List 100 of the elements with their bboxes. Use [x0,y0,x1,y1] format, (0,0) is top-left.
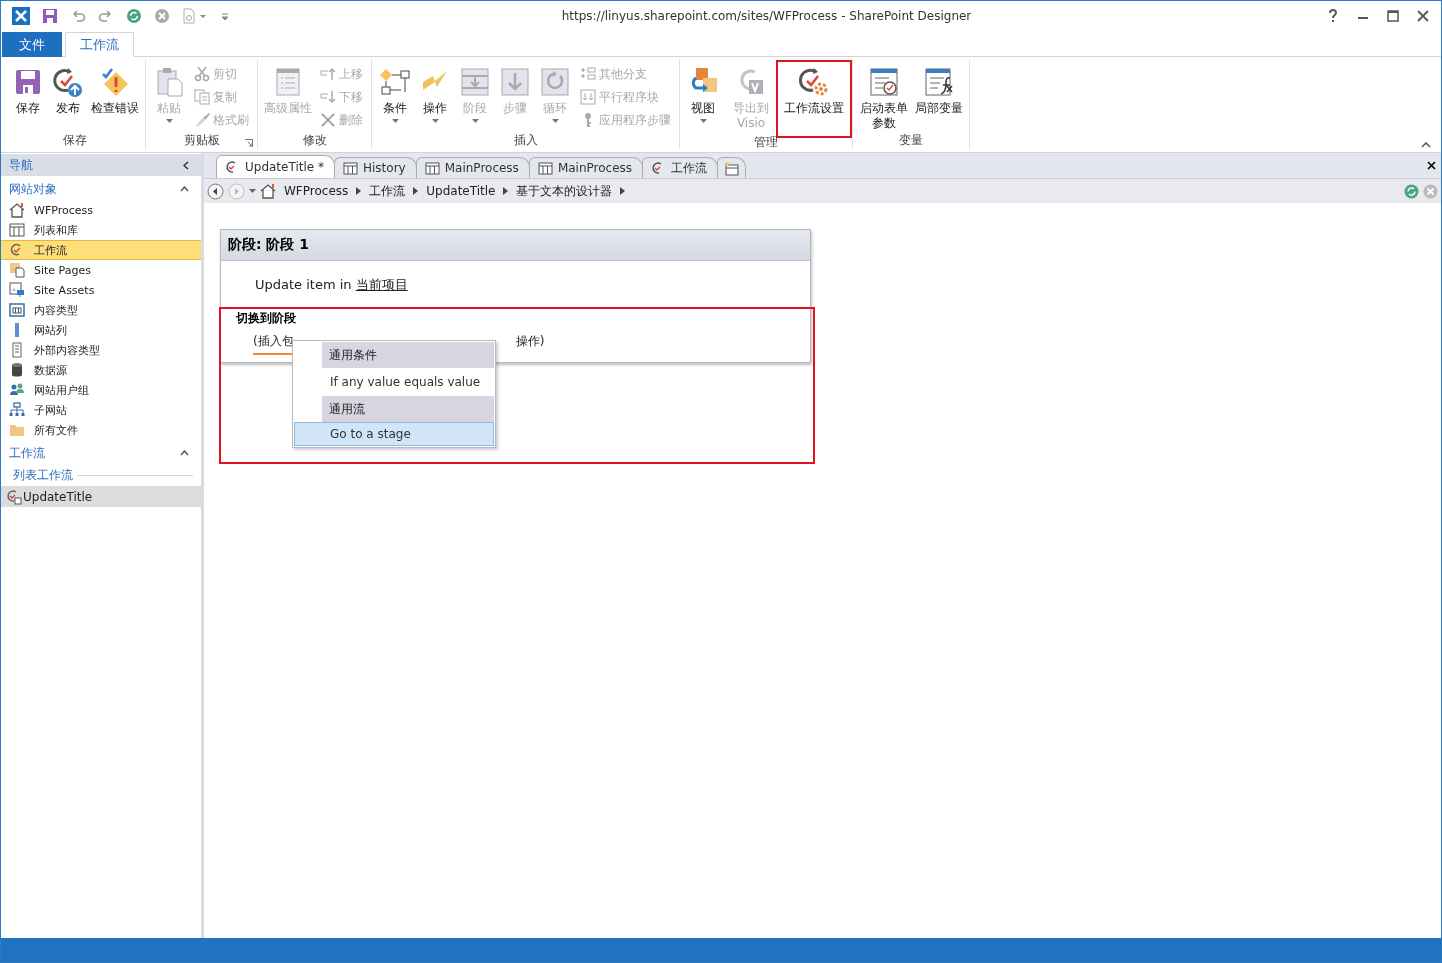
nav-item[interactable]: 外部内容类型 [1,340,201,360]
pages-icon [9,262,25,278]
breadcrumb-link[interactable]: 基于文本的设计器 [512,182,617,200]
variables-icon [923,66,955,98]
menu-header: 通用流 [322,396,494,422]
collapse-pane-icon[interactable] [183,160,189,170]
dropdown-arrow-icon [431,119,439,123]
insertion-cursor [253,353,293,355]
ribbon-button[interactable]: 发布 [49,64,87,131]
chevron-right-icon[interactable] [356,187,362,195]
brush-icon [194,112,210,128]
publish-icon [52,66,84,98]
breadcrumb-link[interactable]: 工作流 [365,182,410,200]
stage-icon [459,66,491,98]
maximize-icon[interactable] [1387,9,1399,23]
ribbon-button[interactable]: 保存 [9,64,47,131]
close-icon[interactable] [1417,9,1429,23]
section-heading: 切换到阶段 [236,310,297,327]
scissors-icon [194,66,210,82]
document-icon [9,342,25,358]
database-icon [9,362,25,378]
breadcrumb-link[interactable]: UpdateTitle [422,184,500,198]
nav-item[interactable]: 列表和库 [1,220,201,240]
workflow-file-icon [6,488,22,505]
dropdown-arrow-icon [471,119,479,123]
menu-item[interactable]: Go to a stage [294,422,494,446]
ribbon-button[interactable]: 操作 [416,64,454,131]
nav-item[interactable]: 内容类型 [1,300,201,320]
ribbon-button[interactable]: 条件 [376,64,414,131]
action-sentence: Update item in 当前项目 [255,277,408,292]
nav-item[interactable]: Site Pages [1,260,201,280]
move-down-icon [320,89,336,105]
content-type-icon [9,302,25,318]
dropdown-arrow-icon [391,119,399,123]
section-header[interactable]: 网站对象 [1,176,201,200]
nav-item[interactable]: 子网站 [1,400,201,420]
collapse-ribbon-icon[interactable] [1421,142,1431,148]
group-label: 修改 [302,131,327,149]
panel-title: 导航 [9,156,33,174]
breadcrumb-link[interactable]: WFProcess [280,184,353,198]
link[interactable]: 当前项目 [355,277,408,292]
nav-item[interactable]: 所有文件 [1,420,201,440]
nav-item[interactable]: 工作流 [1,240,201,260]
help-icon[interactable] [1327,9,1339,23]
refresh-icon[interactable] [1404,183,1419,199]
nav-item[interactable]: UpdateTitle [1,486,201,507]
document-tab[interactable]: UpdateTitle * [216,155,335,178]
dialog-launcher-icon[interactable] [245,139,253,147]
assets-icon [9,282,25,298]
group-label: 保存 [63,131,87,149]
save-icon[interactable] [42,8,58,24]
house-icon [9,202,25,218]
hint-text: 操作) [515,333,545,350]
chevron-right-icon[interactable] [413,187,419,195]
ribbon-button[interactable]: 启动表单参数 [857,64,911,131]
app-logo-icon[interactable] [12,7,30,25]
dropdown-arrow-icon [699,119,707,123]
nav-item[interactable]: 数据源 [1,360,201,380]
file-tab[interactable]: 文件 [2,32,62,57]
dropdown-arrow-icon [165,119,173,123]
form-parameters-icon [868,66,900,98]
new-tab-icon [724,160,740,176]
nav-item[interactable]: 网站用户组 [1,380,201,400]
users-icon [9,382,25,398]
subheading: 列表工作流 [13,466,73,484]
chevron-right-icon[interactable] [503,187,509,195]
ribbon-button[interactable]: 视图 [684,64,722,134]
chevron-right-icon[interactable] [620,187,626,195]
collapse-icon [180,450,189,456]
hierarchy-icon [9,402,25,418]
loop-icon [539,66,571,98]
document-tab[interactable]: History [334,157,417,178]
section-header[interactable]: 工作流 [1,440,201,464]
new-tab-button[interactable] [717,157,747,178]
group-label: 管理 [754,134,778,151]
group-label: 变量 [899,131,923,149]
undo-icon[interactable] [70,8,86,24]
close-icon[interactable] [1427,161,1436,170]
ribbon-button[interactable]: 工作流设置 [780,64,848,134]
table-icon [343,160,358,176]
nav-item[interactable]: WFProcess [1,200,201,220]
redo-icon[interactable] [98,8,114,24]
collapse-icon [180,186,189,192]
back-icon[interactable] [207,182,224,200]
copy-icon [194,89,210,105]
document-tab[interactable]: MainProcess [415,157,530,178]
ribbon-button[interactable]: 局部变量 [913,64,965,131]
stage-title: 阶段: 阶段 1 [228,236,310,254]
refresh-icon[interactable] [126,8,142,24]
history-dropdown-icon[interactable] [249,189,256,193]
menu-item[interactable]: If any value equals value [294,368,494,396]
folder-icon [9,422,25,438]
nav-item[interactable]: Site Assets [1,280,201,300]
group-label: 插入 [513,131,538,149]
move-up-icon [320,66,336,82]
nav-item[interactable]: 网站列 [1,320,201,340]
ribbon-tab[interactable]: 工作流 [65,32,134,57]
ribbon-button[interactable]: 检查错误 [89,64,141,131]
document-tab[interactable]: MainProcess [528,157,644,178]
menu-header: 通用条件 [322,342,494,368]
